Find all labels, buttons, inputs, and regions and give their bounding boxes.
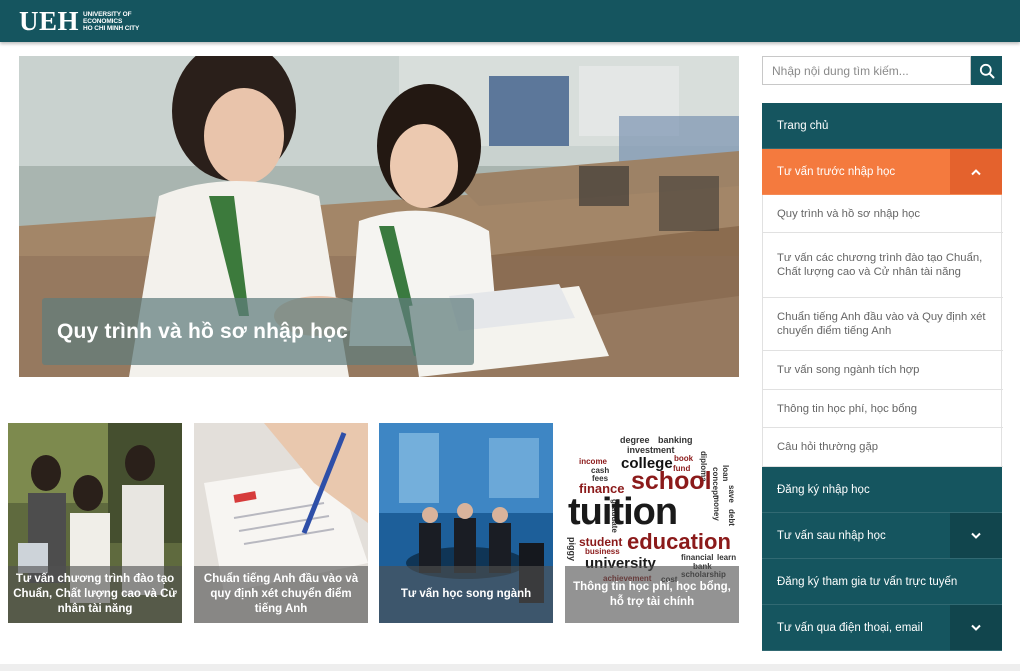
chevron-down-icon bbox=[971, 624, 981, 631]
submenu-item-label: Tư vấn các chương trình đào tạo Chuẩn, C… bbox=[777, 252, 983, 278]
menu-item-home[interactable]: Trang chủ bbox=[762, 103, 1002, 149]
wc-word: money bbox=[712, 495, 721, 521]
submenu-item-label: Tư vấn song ngành tích hợp bbox=[777, 364, 920, 376]
logo-sub-line-1: UNIVERSITY OF bbox=[83, 10, 132, 18]
wc-word: education bbox=[627, 529, 731, 554]
thumb-caption-text: Chuẩn tiếng Anh đầu vào và quy định xét … bbox=[203, 573, 359, 615]
menu-item-pre-admission[interactable]: Tư vấn trước nhập học bbox=[762, 149, 1002, 195]
submenu-toggle[interactable] bbox=[950, 513, 1002, 558]
wc-word: financial bbox=[681, 553, 714, 562]
top-header-bar: UEH UNIVERSITY OF ECONOMICS HO CHI MINH … bbox=[0, 0, 1020, 42]
menu-item-post-admission[interactable]: Tư vấn sau nhập học bbox=[762, 513, 1002, 559]
thumb-caption: Tư vấn chương trình đào tạo Chuẩn, Chất … bbox=[8, 566, 182, 623]
thumb-training-programs[interactable]: Tư vấn chương trình đào tạo Chuẩn, Chất … bbox=[8, 423, 182, 623]
wc-word: banking bbox=[658, 435, 693, 445]
menu-item-label: Đăng ký tham gia tư vấn trực tuyến bbox=[777, 575, 958, 588]
submenu-item-english-standard[interactable]: Chuẩn tiếng Anh đầu vào và Quy định xét … bbox=[763, 298, 1003, 351]
wc-word: concept bbox=[711, 467, 720, 498]
menu-item-enrollment[interactable]: Đăng ký nhập học bbox=[762, 467, 1002, 513]
wc-word: tuition bbox=[568, 491, 678, 533]
menu-item-label: Tư vấn sau nhập học bbox=[777, 529, 886, 542]
hero-caption[interactable]: Quy trình và hồ sơ nhập học bbox=[42, 298, 474, 365]
menu-item-phone-email[interactable]: Tư vấn qua điện thoại, email bbox=[762, 605, 1002, 651]
logo-mark: UEH bbox=[19, 6, 80, 36]
logo-sub-line-2: ECONOMICS bbox=[83, 17, 123, 25]
menu-item-online-consult[interactable]: Đăng ký tham gia tư vấn trực tuyến bbox=[762, 559, 1002, 605]
menu-item-label: Tư vấn trước nhập học bbox=[777, 165, 896, 178]
thumb-caption-text: Tư vấn chương trình đào tạo Chuẩn, Chất … bbox=[13, 573, 177, 615]
thumb-caption: Tư vấn học song ngành bbox=[379, 566, 553, 623]
submenu-item-training-programs[interactable]: Tư vấn các chương trình đào tạo Chuẩn, C… bbox=[763, 233, 1003, 298]
submenu-item-faq[interactable]: Câu hỏi thường gặp bbox=[763, 428, 1003, 467]
submenu-item-integrated-double-major[interactable]: Tư vấn song ngành tích hợp bbox=[763, 351, 1003, 390]
submenu-pre-admission: Quy trình và hồ sơ nhập học Tư vấn các c… bbox=[762, 195, 1003, 467]
search-button[interactable] bbox=[971, 56, 1002, 85]
thumb-english-standard[interactable]: Chuẩn tiếng Anh đầu vào và quy định xét … bbox=[194, 423, 368, 623]
submenu-toggle[interactable] bbox=[950, 149, 1002, 194]
menu-item-label: Tư vấn qua điện thoại, email bbox=[777, 621, 923, 634]
wc-word: debt bbox=[727, 509, 736, 526]
thumbnail-row: Tư vấn chương trình đào tạo Chuẩn, Chất … bbox=[8, 423, 739, 623]
menu-item-label: Trang chủ bbox=[777, 119, 829, 132]
hero-banner[interactable]: Quy trình và hồ sơ nhập học bbox=[19, 56, 739, 377]
submenu-toggle[interactable] bbox=[950, 605, 1002, 650]
wc-word: loan bbox=[721, 465, 730, 482]
submenu-item-label: Thông tin học phí, học bổng bbox=[777, 402, 918, 415]
search-icon bbox=[979, 63, 994, 78]
chevron-down-icon bbox=[971, 532, 981, 539]
wc-word: piggy bbox=[567, 537, 577, 561]
submenu-item-admission-procedure[interactable]: Quy trình và hồ sơ nhập học bbox=[763, 195, 1003, 233]
submenu-item-label: Câu hỏi thường gặp bbox=[777, 441, 879, 453]
thumb-caption: Thông tin học phí, học bổng, hỗ trợ tài … bbox=[565, 566, 739, 623]
thumb-caption-text: Thông tin học phí, học bổng, hỗ trợ tài … bbox=[573, 580, 731, 608]
page-bottom-edge bbox=[0, 664, 1020, 671]
submenu-item-label: Quy trình và hồ sơ nhập học bbox=[777, 207, 921, 220]
submenu-item-tuition-scholarship[interactable]: Thông tin học phí, học bổng bbox=[763, 390, 1003, 428]
wc-word: learn bbox=[717, 553, 737, 562]
menu-item-label: Đăng ký nhập học bbox=[777, 483, 870, 496]
wc-word: income bbox=[579, 457, 608, 466]
thumb-caption: Chuẩn tiếng Anh đầu vào và quy định xét … bbox=[194, 566, 368, 623]
wc-word: save bbox=[727, 485, 736, 503]
submenu-item-label: Chuẩn tiếng Anh đầu vào và Quy định xét … bbox=[777, 311, 986, 337]
sidebar-menu: Trang chủ Tư vấn trước nhập học Quy trìn… bbox=[762, 103, 1003, 651]
logo-sub-line-3: HO CHI MINH CITY bbox=[83, 24, 140, 32]
thumb-tuition-scholarship[interactable]: degree banking investment college book f… bbox=[565, 423, 739, 623]
thumb-double-major[interactable]: Tư vấn học song ngành bbox=[379, 423, 553, 623]
thumb-caption-text: Tư vấn học song ngành bbox=[400, 588, 532, 600]
hero-caption-text: Quy trình và hồ sơ nhập học bbox=[57, 319, 349, 343]
logo-subtitle: UNIVERSITY OF ECONOMICS HO CHI MINH CITY bbox=[83, 11, 139, 32]
wc-word: degree bbox=[620, 435, 650, 445]
wc-word: investment bbox=[627, 445, 675, 455]
wc-word: book bbox=[674, 454, 694, 463]
search-input[interactable] bbox=[762, 56, 971, 85]
ueh-logo[interactable]: UEH UNIVERSITY OF ECONOMICS HO CHI MINH … bbox=[19, 7, 139, 35]
chevron-up-icon bbox=[971, 168, 981, 175]
